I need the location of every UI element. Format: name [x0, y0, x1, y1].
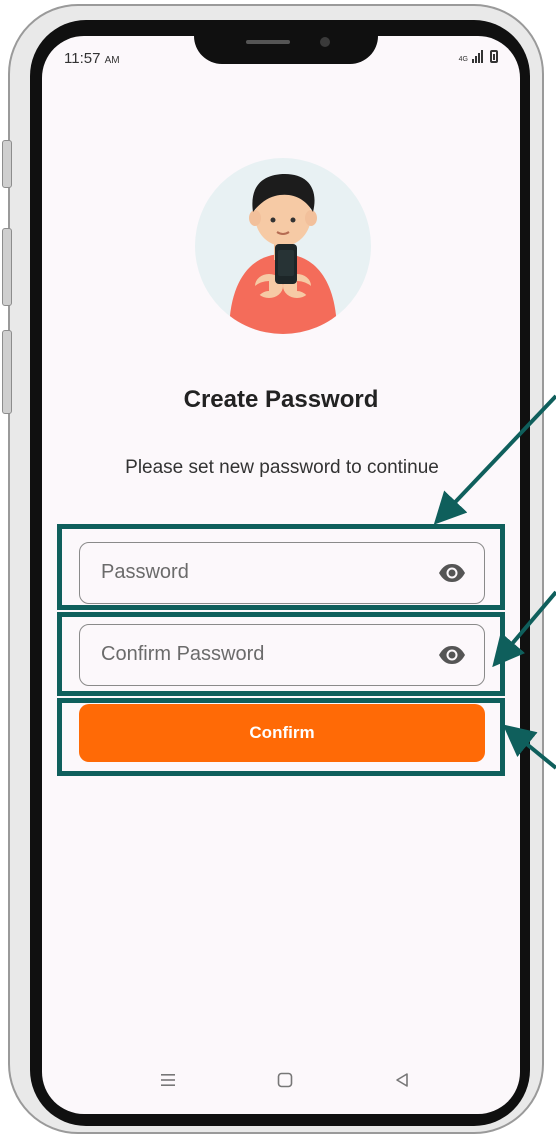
phone-side-button — [2, 228, 12, 306]
phone-side-button — [2, 330, 12, 414]
back-icon[interactable] — [394, 1072, 410, 1088]
highlight-box-confirm-button — [57, 698, 505, 776]
phone-notch — [194, 20, 378, 64]
highlight-box-password — [57, 524, 505, 610]
home-square-icon[interactable] — [277, 1072, 293, 1088]
highlight-box-confirm-password — [57, 612, 505, 696]
network-type: 4G — [458, 56, 468, 63]
phone-side-button — [2, 140, 12, 188]
page-title: Create Password — [183, 386, 379, 413]
status-icons: 4G — [459, 50, 498, 63]
signal-icon — [472, 50, 483, 63]
battery-icon — [490, 50, 498, 63]
system-nav-bar — [42, 1054, 520, 1114]
avatar-illustration — [195, 158, 371, 334]
status-time: 11:57 AM — [64, 50, 120, 67]
menu-icon[interactable] — [160, 1072, 176, 1088]
page-subtitle: Please set new password to continue — [125, 457, 439, 478]
